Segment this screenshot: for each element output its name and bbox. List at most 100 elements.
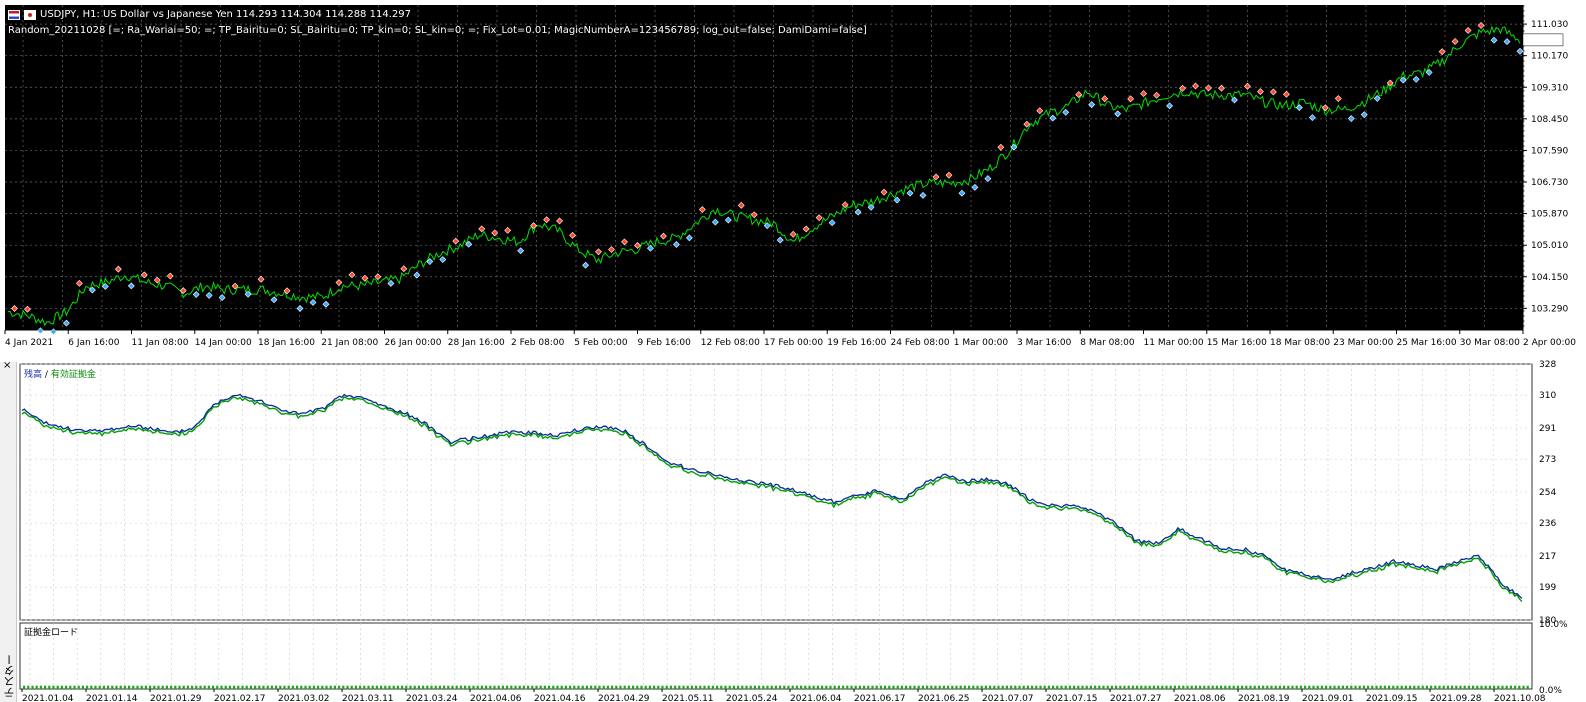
margin-load-bar (569, 685, 572, 689)
balance-x-tick-label: 2021.09.28 (1430, 694, 1482, 702)
balance-x-tick-label: 2021.09.01 (1302, 694, 1354, 702)
balance-x-tick-label: 2021.05.24 (726, 694, 778, 702)
price-x-tick-label: 11 Jan 08:00 (132, 338, 189, 348)
margin-load-bar (1383, 685, 1386, 689)
margin-load-bar (732, 685, 735, 689)
margin-load-bar (262, 685, 265, 689)
margin-load-bar (1236, 685, 1239, 689)
margin-load-bar (800, 685, 803, 689)
margin-load-bar (984, 685, 987, 689)
margin-load-bar (900, 685, 903, 689)
price-y-tick-label: 105.870 (1531, 210, 1568, 220)
margin-load-bar (140, 685, 143, 689)
margin-load-bar (1194, 685, 1197, 689)
margin-load-bar (1224, 685, 1227, 689)
margin-load-bar (1505, 685, 1508, 689)
margin-load-bar (350, 685, 353, 689)
price-chart-panel[interactable]: 111.030 110.170 109.310 108.450 107.590 106.7… (0, 0, 1586, 355)
margin-load-bar (451, 685, 454, 689)
margin-load-bar (783, 685, 786, 689)
margin-load-bar (678, 685, 681, 689)
price-chart[interactable]: 111.030 110.170 109.310 108.450 107.590 106.7… (0, 0, 1586, 355)
margin-load-bar (1434, 685, 1437, 689)
margin-load-bar (926, 685, 929, 689)
margin-load-bar (1484, 685, 1487, 689)
margin-load-bar (539, 685, 542, 689)
margin-load-bar (35, 685, 38, 689)
margin-load-bar (1203, 685, 1206, 689)
tester-graph-panel[interactable]: 328 310 291 273 254 236 217 199 180 10.0% 0.0% 2021… (0, 355, 1586, 702)
margin-load-bar (44, 685, 47, 689)
margin-load-bar (1341, 685, 1344, 689)
balance-y-tick-label: 310 (1539, 391, 1556, 401)
balance-x-tick-label: 2021.01.29 (150, 694, 202, 702)
margin-load-bar (1211, 685, 1214, 689)
margin-load-bar (459, 685, 462, 689)
margin-load-bar (1488, 685, 1491, 689)
margin-load-bar (94, 685, 97, 689)
margin-load-bar (1509, 685, 1512, 689)
ea-parameters: Random_20211028 [=; Ra_Wariai=50; =; TP_… (8, 25, 867, 36)
margin-load-bar (409, 685, 412, 689)
price-plot-area[interactable] (5, 5, 1523, 330)
tester-tab[interactable]: テスター (0, 362, 17, 702)
margin-load-bar (560, 685, 563, 689)
margin-load-bar (1136, 685, 1139, 689)
price-x-tick-label: 28 Jan 16:00 (448, 338, 505, 348)
margin-load-bar (363, 685, 366, 689)
close-icon[interactable]: × (3, 360, 11, 371)
margin-load-bar (170, 685, 173, 689)
margin-load-bar (1047, 685, 1050, 689)
margin-load-y-tick-label: 10.0% (1539, 620, 1568, 630)
margin-load-bar (1148, 685, 1151, 689)
margin-load-bar (98, 685, 101, 689)
margin-load-bar (254, 685, 257, 689)
price-x-tick-label: 19 Feb 16:00 (827, 338, 886, 348)
balance-x-tick-label: 2021.10.08 (1494, 694, 1546, 702)
margin-load-bar (283, 685, 286, 689)
symbol-title: USDJPY, H1: US Dollar vs Japanese Yen 11… (40, 9, 411, 20)
margin-load-bar (1362, 685, 1365, 689)
margin-load-bar (279, 685, 282, 689)
margin-load-bar (1144, 685, 1147, 689)
margin-load-bar (867, 685, 870, 689)
price-x-tick-label: 14 Jan 00:00 (195, 338, 252, 348)
margin-load-bar (879, 685, 882, 689)
margin-load-bar (623, 685, 626, 689)
margin-load-bar (699, 685, 702, 689)
margin-load-bar (1278, 685, 1281, 689)
balance-x-tick-label: 2021.07.07 (982, 694, 1034, 702)
margin-load-bar (321, 685, 324, 689)
margin-load-bar (1522, 685, 1525, 689)
margin-load-bar (913, 685, 916, 689)
balance-x-tick-label: 2021.06.25 (918, 694, 970, 702)
margin-load-bar (871, 685, 874, 689)
margin-load-bar (753, 685, 756, 689)
margin-load-bar (1089, 685, 1092, 689)
margin-load-bar (636, 685, 639, 689)
price-x-tick-label: 5 Feb 00:00 (574, 338, 628, 348)
margin-load-bar (741, 685, 744, 689)
margin-load-bar (1220, 685, 1223, 689)
margin-load-bar (401, 685, 404, 689)
margin-load-bar (1249, 685, 1252, 689)
margin-load-bar (795, 685, 798, 689)
margin-load-bar (1052, 685, 1055, 689)
margin-load-bar (1014, 685, 1017, 689)
margin-load-bar (241, 685, 244, 689)
margin-load-bar (27, 685, 30, 689)
margin-load-plot-area[interactable] (19, 622, 1533, 690)
margin-load-bar (884, 685, 887, 689)
margin-load-bar (1228, 685, 1231, 689)
margin-load-bar (136, 685, 139, 689)
margin-load-bar (1404, 685, 1407, 689)
balance-x-tick-label: 2021.07.27 (1110, 694, 1162, 702)
balance-x-tick-label: 2021.06.17 (854, 694, 906, 702)
balance-x-tick-label: 2021.08.06 (1174, 694, 1226, 702)
margin-load-bar (342, 685, 345, 689)
margin-load-bar (86, 685, 89, 689)
balance-x-tick-label: 2021.03.24 (406, 694, 458, 702)
margin-load-bar (1493, 685, 1496, 689)
balance-graph[interactable]: 32831029127325423621719918010.0%0.0%2021… (0, 355, 1586, 702)
price-x-tick-label: 3 Mar 16:00 (1017, 338, 1072, 348)
